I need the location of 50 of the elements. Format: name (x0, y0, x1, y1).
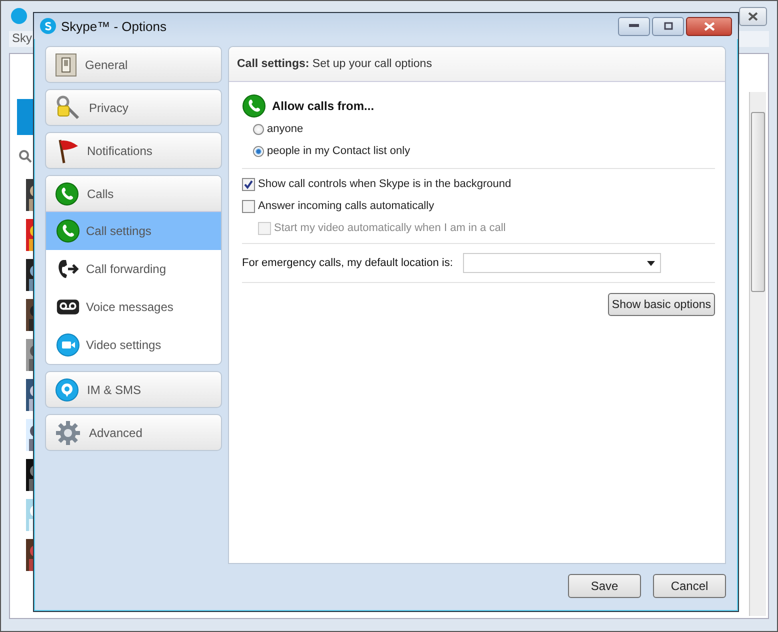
nav-item[interactable]: Advanced (46, 415, 221, 450)
radio-label: people in my Contact list only (267, 145, 410, 157)
gear-icon (55, 420, 81, 446)
search-icon (18, 149, 32, 163)
key-lock-icon (55, 94, 81, 120)
checkbox[interactable] (242, 200, 255, 212)
menu-item[interactable]: Sky (12, 31, 32, 45)
phone-icon (55, 182, 79, 206)
section-title: Allow calls from... (272, 99, 374, 113)
video-camera-icon (56, 333, 80, 357)
skype-logo-icon (40, 18, 56, 34)
checkbox[interactable] (242, 178, 255, 190)
close-icon (704, 22, 714, 30)
scrollbar[interactable] (749, 92, 766, 616)
checkbox-label: Answer incoming calls automatically (258, 200, 434, 212)
nav-item[interactable]: Notifications (46, 133, 221, 168)
maximize-icon (664, 22, 672, 30)
nav-item[interactable]: General (46, 47, 221, 82)
nav-subitem[interactable]: Video settings (46, 326, 221, 364)
checkbox-label: Start my video automatically when I am in a call (274, 222, 506, 234)
skype-logo-icon (11, 8, 27, 24)
phone-icon (242, 94, 266, 118)
phone-arrow-icon (56, 257, 80, 281)
close-icon (748, 12, 758, 20)
phone-icon (56, 219, 80, 243)
nav-item[interactable]: IM & SMS (46, 372, 221, 407)
nav-item[interactable]: Privacy (46, 90, 221, 125)
minimize-button[interactable] (618, 16, 650, 36)
close-button[interactable] (686, 16, 732, 36)
radio-label: anyone (267, 123, 304, 135)
cancel-button[interactable]: Cancel (653, 574, 726, 598)
nav-item[interactable]: Calls (46, 176, 221, 212)
nav-subitem[interactable]: Call settings (46, 212, 221, 250)
chat-bubble-icon (55, 378, 79, 402)
nav-subitem[interactable]: Call forwarding (46, 250, 221, 288)
caret-icon (646, 260, 655, 266)
checkbox-label: Show call controls when Skype is in the background (258, 178, 512, 190)
maximize-button[interactable] (652, 16, 684, 36)
radio-button[interactable] (253, 146, 264, 156)
minimize-icon (629, 24, 639, 28)
panel-header: Call settings: Set up your call options (237, 58, 432, 70)
window-title: Skype™ - Options (61, 18, 166, 34)
nav-subitem[interactable]: Voice messages (46, 288, 221, 326)
show-basic-options-button[interactable]: Show basic options (608, 293, 715, 316)
radio-button[interactable] (253, 124, 264, 134)
voicemail-icon (56, 298, 80, 316)
close-button[interactable] (739, 6, 767, 26)
switch-icon (55, 52, 77, 76)
field-label: For emergency calls, my default location is: (242, 257, 453, 269)
save-button[interactable]: Save (568, 574, 641, 598)
